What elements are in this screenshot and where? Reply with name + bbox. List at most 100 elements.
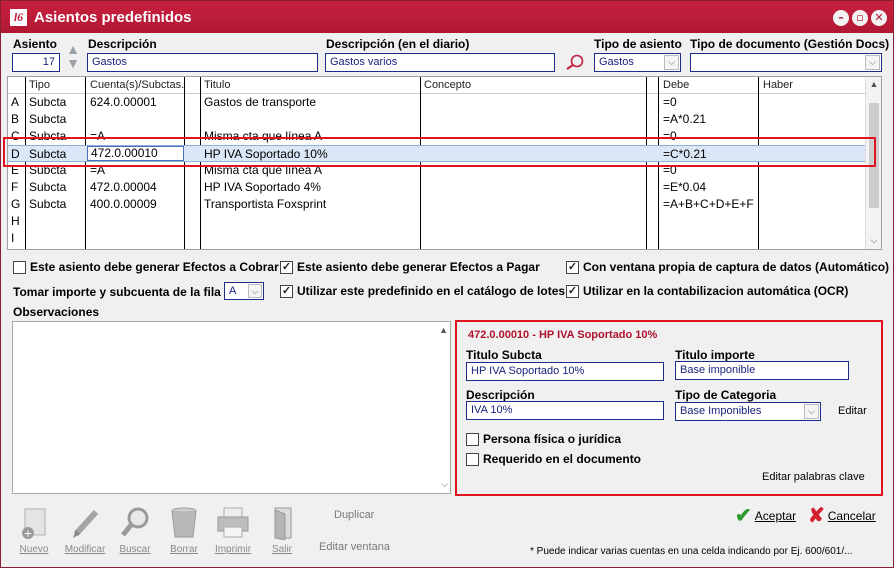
grid-row-g[interactable]: G Subcta 400.0.00009 Transportista Foxsprin… xyxy=(8,196,865,213)
cell-concepto[interactable] xyxy=(421,230,645,247)
requerido-checkbox[interactable]: Requerido en el documento xyxy=(466,452,641,466)
catalogo-lotes-checkbox[interactable]: ✓ Utilizar este predefinido en el catálo… xyxy=(280,284,565,298)
cell-concepto[interactable] xyxy=(421,213,645,230)
cell-concepto[interactable] xyxy=(421,196,645,213)
chevron-down-icon[interactable]: ⌵ xyxy=(865,55,880,70)
editar-palabras-link[interactable]: Editar palabras clave xyxy=(762,471,865,483)
cell-cuenta[interactable] xyxy=(87,213,184,230)
duplicar-button[interactable]: Duplicar xyxy=(334,509,374,521)
titulo-importe-field[interactable]: Base imponible xyxy=(675,361,849,380)
scroll-up-icon[interactable]: ▲ xyxy=(439,325,448,335)
search-icon[interactable] xyxy=(563,53,585,71)
cell-cuenta[interactable]: 472.0.00004 xyxy=(87,179,184,196)
minimize-icon[interactable]: – xyxy=(833,10,849,26)
tipo-doc-select[interactable]: ⌵ xyxy=(690,53,882,72)
cell-haber[interactable] xyxy=(760,179,860,196)
scroll-down-icon[interactable]: ⌵ xyxy=(441,479,448,490)
aceptar-button[interactable]: ✔ Aceptar xyxy=(735,503,796,528)
cell-tipo[interactable]: Subcta xyxy=(26,196,84,213)
checkbox-box-checked[interactable]: ✓ xyxy=(280,284,293,298)
descripcion-field[interactable]: Gastos xyxy=(87,53,318,72)
cell-concepto[interactable] xyxy=(421,94,645,111)
grid-row-f[interactable]: F Subcta 472.0.00004 HP IVA Soportado 4% =E*… xyxy=(8,179,865,196)
ocr-checkbox[interactable]: ✓ Utilizar en la contabilizacion automát… xyxy=(566,284,848,298)
cell-titulo[interactable]: Transportista Foxsprint xyxy=(201,196,420,213)
checkbox-box-checked[interactable]: ✓ xyxy=(566,284,579,298)
cell-titulo[interactable]: HP IVA Soportado 4% xyxy=(201,179,420,196)
salir-button[interactable]: Salir xyxy=(260,506,304,555)
buscar-button[interactable]: Buscar xyxy=(113,506,157,555)
cell-tipo[interactable]: Subcta xyxy=(26,111,84,128)
cell-titulo[interactable] xyxy=(201,213,420,230)
checkbox-box[interactable] xyxy=(466,432,479,446)
highlight-row-box xyxy=(3,137,876,167)
down-arrow-icon[interactable]: ▼ xyxy=(66,55,80,71)
modificar-button[interactable]: Modificar xyxy=(63,506,107,555)
cell-debe[interactable]: =A*0.21 xyxy=(660,111,758,128)
cell-debe[interactable]: =A+B+C+D+E+F xyxy=(660,196,758,213)
scroll-down-icon[interactable]: ⌵ xyxy=(866,235,882,246)
titulo-subcta-label: Titulo Subcta xyxy=(466,348,542,362)
checkbox-box[interactable] xyxy=(466,452,479,466)
cell-tipo[interactable] xyxy=(26,213,84,230)
cell-titulo[interactable]: Gastos de transporte xyxy=(201,94,420,111)
cell-debe[interactable]: =0 xyxy=(660,94,758,111)
subcta-detail-panel: 472.0.00010 - HP IVA Soportado 10% Titul… xyxy=(455,320,883,496)
cell-cuenta[interactable]: 624.0.00001 xyxy=(87,94,184,111)
tomar-importe-select[interactable]: A ⌵ xyxy=(224,282,264,300)
cell-cuenta[interactable] xyxy=(87,111,184,128)
borrar-button[interactable]: Borrar xyxy=(162,506,206,555)
asiento-field[interactable]: 17 xyxy=(12,53,60,72)
cell-titulo[interactable] xyxy=(201,230,420,247)
editar-ventana-button[interactable]: Editar ventana xyxy=(319,541,390,553)
cell-concepto[interactable] xyxy=(421,111,645,128)
cell-tipo[interactable]: Subcta xyxy=(26,179,84,196)
cell-haber[interactable] xyxy=(760,94,860,111)
cell-haber[interactable] xyxy=(760,196,860,213)
grid-row-a[interactable]: A Subcta 624.0.00001 Gastos de transporte =0 xyxy=(8,94,865,111)
grid-row-h[interactable]: H xyxy=(8,213,865,230)
cell-debe[interactable] xyxy=(660,213,758,230)
desc-diario-field[interactable]: Gastos varios xyxy=(325,53,555,72)
requerido-label: Requerido en el documento xyxy=(483,452,642,466)
grid-row-b[interactable]: B Subcta =A*0.21 xyxy=(8,111,865,128)
window-title: Asientos predefinidos xyxy=(34,9,192,26)
cell-concepto[interactable] xyxy=(421,179,645,196)
checkbox-box[interactable] xyxy=(13,260,26,274)
checkbox-box-checked[interactable]: ✓ xyxy=(280,260,293,274)
cancelar-button[interactable]: ✘ Cancelar xyxy=(808,503,876,528)
cell-haber[interactable] xyxy=(760,213,860,230)
asiento-spinner[interactable]: ▲ ▼ xyxy=(65,42,81,72)
cell-debe[interactable]: =E*0.04 xyxy=(660,179,758,196)
cell-cuenta[interactable]: 400.0.00009 xyxy=(87,196,184,213)
descripcion-detail-field[interactable]: IVA 10% xyxy=(466,401,664,420)
observaciones-textarea[interactable]: ▲ ⌵ xyxy=(12,321,451,494)
cell-debe[interactable] xyxy=(660,230,758,247)
editar-link[interactable]: Editar xyxy=(838,405,867,417)
imprimir-button[interactable]: Imprimir xyxy=(211,506,255,555)
chevron-down-icon[interactable]: ⌵ xyxy=(804,404,819,419)
cell-tipo[interactable]: Subcta xyxy=(26,94,84,111)
titulo-subcta-field[interactable]: HP IVA Soportado 10% xyxy=(466,362,664,381)
magnifier-icon xyxy=(118,506,152,540)
cell-haber[interactable] xyxy=(760,111,860,128)
checkbox-box-checked[interactable]: ✓ xyxy=(566,260,579,274)
scroll-up-icon[interactable]: ▲ xyxy=(866,79,882,89)
efectos-cobrar-checkbox[interactable]: Este asiento debe generar Efectos a Cobr… xyxy=(13,260,279,274)
tipo-asiento-select[interactable]: Gastos ⌵ xyxy=(594,53,681,72)
efectos-pagar-checkbox[interactable]: ✓ Este asiento debe generar Efectos a Pa… xyxy=(280,260,540,274)
maximize-icon[interactable]: ▫ xyxy=(852,10,868,26)
tipo-categoria-select[interactable]: Base Imponibles ⌵ xyxy=(675,402,821,421)
cell-tipo[interactable] xyxy=(26,230,84,247)
persona-checkbox[interactable]: Persona física o jurídica xyxy=(466,432,621,446)
close-icon[interactable]: ✕ xyxy=(871,10,887,26)
nuevo-button[interactable]: + Nuevo xyxy=(12,506,56,555)
chevron-down-icon[interactable]: ⌵ xyxy=(664,55,679,70)
grid-row-i[interactable]: I xyxy=(8,230,865,247)
cell-haber[interactable] xyxy=(760,230,860,247)
ventana-propia-checkbox[interactable]: ✓ Con ventana propia de captura de datos… xyxy=(566,260,889,274)
chevron-down-icon[interactable]: ⌵ xyxy=(248,284,262,298)
cell-cuenta[interactable] xyxy=(87,230,184,247)
imprimir-label: Imprimir xyxy=(214,544,252,555)
cell-titulo[interactable] xyxy=(201,111,420,128)
